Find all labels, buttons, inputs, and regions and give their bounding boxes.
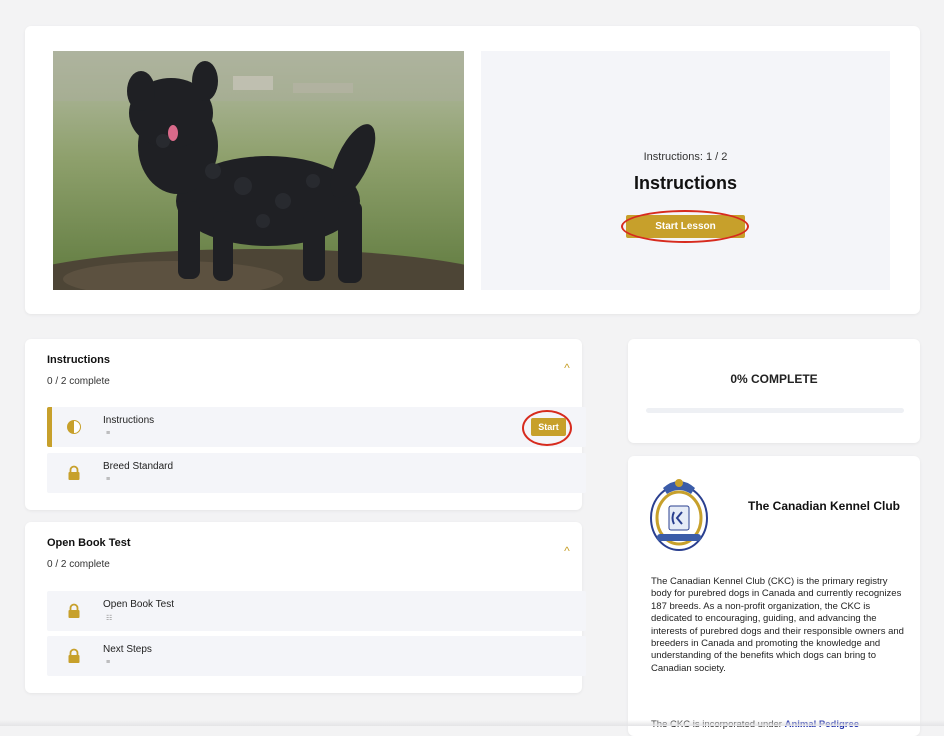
start-lesson-button[interactable]: Start Lesson: [626, 215, 745, 238]
start-button[interactable]: Start: [531, 418, 566, 436]
lock-icon: [68, 465, 80, 480]
lesson-row-next-steps[interactable]: Next Steps ≡: [47, 636, 586, 676]
lesson-row-breed-standard[interactable]: Breed Standard ≡: [47, 453, 586, 493]
section-title: Instructions: [47, 354, 110, 366]
lock-icon: [68, 648, 80, 663]
lesson-row-open-book-test[interactable]: Open Book Test ☷: [47, 591, 586, 631]
half-circle-icon: [67, 420, 81, 434]
page-bottom-edge: [0, 720, 944, 726]
lesson-title: Instructions: [633, 173, 737, 193]
club-info-card: The Canadian Kennel Club The Canadian Ke…: [628, 456, 920, 736]
progress-label: 0% COMPLETE: [730, 372, 818, 386]
lesson-info-panel: Instructions: 1 / 2 Instructions Start L…: [481, 51, 890, 290]
lesson-row-title: Instructions: [103, 415, 155, 426]
lesson-row-title: Next Steps: [103, 644, 152, 655]
club-description: The Canadian Kennel Club (CKC) is the pr…: [651, 576, 904, 674]
chevron-up-icon[interactable]: ^: [552, 361, 582, 375]
lesson-row-title: Open Book Test: [103, 599, 174, 610]
quiz-list-icon: ☷: [106, 615, 113, 622]
section-card-instructions: Instructions 0 / 2 complete ^ Instructio…: [25, 339, 586, 510]
lesson-row-title: Breed Standard: [103, 461, 174, 472]
lesson-counter: Instructions: 1 / 2: [643, 151, 728, 163]
ckc-logo-icon: [650, 479, 708, 551]
section-title: Open Book Test: [47, 537, 131, 549]
lock-icon: [68, 603, 80, 618]
section-progress-count: 0 / 2 complete: [47, 376, 110, 387]
lesson-hero-card: Instructions: 1 / 2 Instructions Start L…: [25, 26, 920, 314]
lesson-row-instructions[interactable]: Instructions ≡ Start: [47, 407, 586, 447]
club-name: The Canadian Kennel Club: [747, 499, 900, 513]
dog-photo: [53, 51, 464, 290]
section-card-open-book-test: Open Book Test 0 / 2 complete ^ Open Boo…: [25, 522, 586, 693]
progress-bar: [646, 408, 904, 413]
course-progress-card: 0% COMPLETE: [628, 339, 920, 443]
text-lines-icon: ≡: [106, 476, 111, 483]
chevron-up-icon[interactable]: ^: [552, 544, 582, 558]
text-lines-icon: ≡: [106, 430, 111, 437]
section-progress-count: 0 / 2 complete: [47, 559, 110, 570]
text-lines-icon: ≡: [106, 659, 111, 666]
